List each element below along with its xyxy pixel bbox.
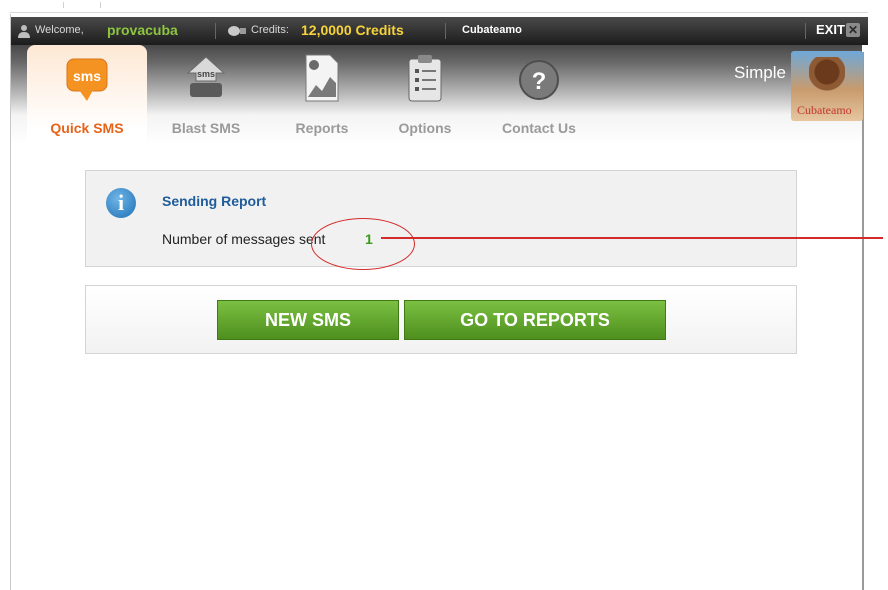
go-to-reports-button[interactable]: GO TO REPORTS xyxy=(404,300,666,340)
question-icon: ? xyxy=(519,60,559,100)
tab-label: Contact Us xyxy=(502,120,576,136)
contact-icon-text: ? xyxy=(532,68,547,95)
credits-icon xyxy=(228,26,246,36)
main-nav: sms Quick SMS sms Blast SMS Reports Opti… xyxy=(11,45,863,153)
topbar-divider xyxy=(445,23,446,39)
close-icon[interactable]: ✕ xyxy=(846,23,860,37)
tab-contact-us[interactable]: ? Contact Us xyxy=(479,45,599,153)
tab-label: Blast SMS xyxy=(171,120,241,136)
messages-sent-label: Number of messages sent xyxy=(162,231,326,247)
tab-options[interactable]: Options xyxy=(365,45,485,153)
exit-label[interactable]: EXIT xyxy=(816,22,845,37)
window-mark xyxy=(100,2,101,8)
sms-upload-icon: sms xyxy=(186,56,226,97)
tab-blast-sms[interactable]: sms Blast SMS xyxy=(146,45,266,153)
brand-logo-text: Cubateamo xyxy=(797,103,852,117)
logo-figure xyxy=(809,57,845,107)
tab-reports[interactable]: Reports xyxy=(262,45,382,153)
clipboard-icon xyxy=(408,55,442,102)
sms-bubble-icon: sms xyxy=(66,58,108,101)
annotation-circle xyxy=(311,218,415,270)
user-icon xyxy=(18,25,30,38)
topbar-divider xyxy=(215,23,216,39)
sms-icon-text: sms xyxy=(73,68,101,84)
tab-quick-sms[interactable]: sms Quick SMS xyxy=(27,45,147,153)
window-mark xyxy=(63,2,64,8)
window-right-border xyxy=(862,52,864,590)
annotation-line xyxy=(381,237,883,239)
new-sms-button[interactable]: NEW SMS xyxy=(217,300,399,340)
report-document-icon xyxy=(305,54,339,102)
tab-label: Reports xyxy=(295,120,349,136)
info-icon: i xyxy=(106,188,136,218)
tab-label: Options xyxy=(398,120,452,136)
username[interactable]: provacuba xyxy=(107,22,178,38)
credits-value: 12,0000 Credits xyxy=(301,22,404,38)
simple-text: Simple xyxy=(734,63,786,82)
welcome-label: Welcome, xyxy=(35,24,84,36)
site-name: Cubateamo xyxy=(462,24,522,36)
top-bar: Welcome, provacuba Credits: 12,0000 Cred… xyxy=(11,17,868,45)
report-title: Sending Report xyxy=(162,193,267,209)
topbar-divider xyxy=(805,23,806,39)
window-top-border xyxy=(10,12,868,13)
blast-icon-text: sms xyxy=(197,69,215,79)
tab-label: Quick SMS xyxy=(50,120,124,136)
actions-panel: NEW SMS GO TO REPORTS xyxy=(85,285,797,354)
sending-report-panel: i Sending Report Number of messages sent… xyxy=(85,170,797,267)
credits-label: Credits: xyxy=(251,24,289,36)
